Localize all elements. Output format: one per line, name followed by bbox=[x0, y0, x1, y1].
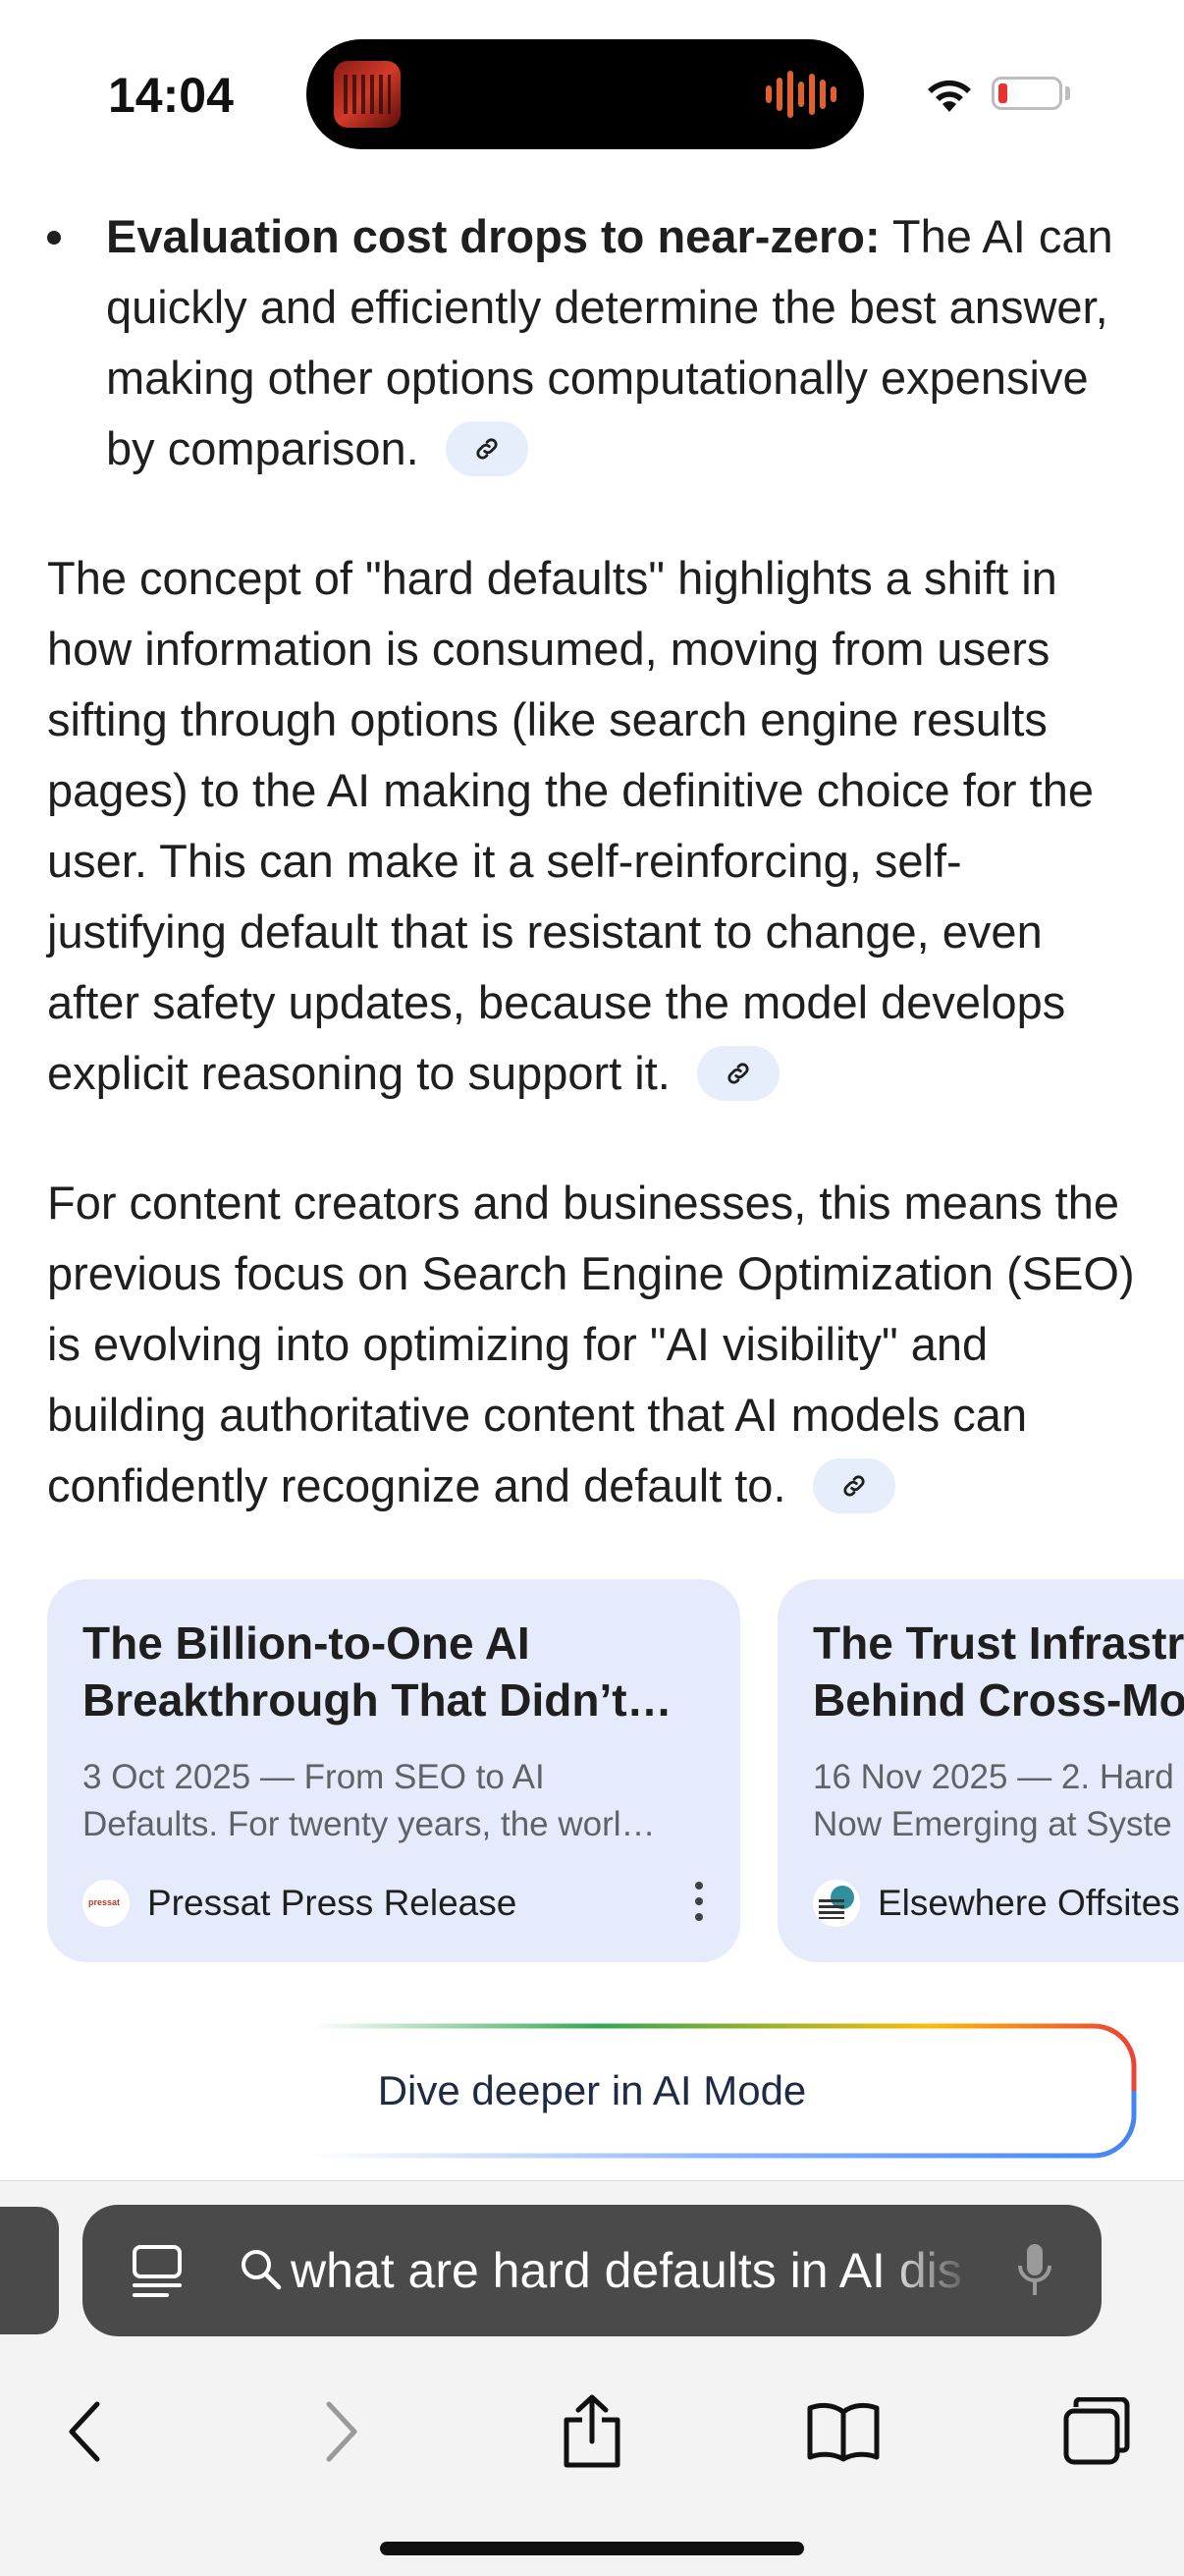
card-snippet-line: 3 Oct 2025 — From SEO to AI bbox=[82, 1758, 545, 1796]
battery-icon bbox=[992, 77, 1062, 110]
card-title-line: The Trust Infrastr bbox=[813, 1617, 1184, 1669]
dive-deeper-label: Dive deeper in AI Mode bbox=[377, 2067, 807, 2113]
back-button[interactable] bbox=[41, 2387, 130, 2476]
paragraph-text: For content creators and businesses, thi… bbox=[47, 1177, 1135, 1511]
home-indicator[interactable] bbox=[380, 2542, 804, 2555]
microphone-icon[interactable] bbox=[1017, 2242, 1052, 2299]
favicon-text: pressat bbox=[88, 1897, 121, 1907]
bullet-heading: Evaluation cost drops to near-zero: bbox=[106, 210, 881, 262]
previous-tab-peek[interactable] bbox=[0, 2207, 59, 2334]
link-icon bbox=[843, 1475, 865, 1497]
status-time: 14:04 bbox=[108, 68, 234, 123]
chevron-left-icon bbox=[69, 2401, 100, 2462]
navigation-toolbar bbox=[0, 2378, 1184, 2486]
address-bar[interactable]: what are hard defaults in AI dis bbox=[82, 2205, 1102, 2336]
elsewhere-favicon bbox=[813, 1880, 860, 1927]
tabs-button[interactable] bbox=[1052, 2387, 1141, 2476]
source-card[interactable]: The Billion-to-One AI Breakthrough That … bbox=[47, 1579, 740, 1962]
pressat-favicon: pressat bbox=[82, 1880, 130, 1927]
status-bar: 14:04 bbox=[0, 0, 1184, 177]
card-title: The Billion-to-One AI Breakthrough That … bbox=[82, 1615, 705, 1728]
search-icon bbox=[242, 2250, 282, 2290]
audio-waveform-icon bbox=[766, 69, 836, 120]
address-text[interactable]: what are hard defaults in AI dis bbox=[291, 2242, 978, 2301]
bullet-dot bbox=[47, 231, 61, 245]
bookmarks-button[interactable] bbox=[799, 2387, 888, 2476]
citation-link-button[interactable] bbox=[445, 420, 528, 476]
tabs-icon bbox=[1063, 2397, 1130, 2465]
now-playing-artwork bbox=[334, 61, 401, 128]
source-name: Pressat Press Release bbox=[147, 1883, 517, 1923]
source-cards-carousel[interactable]: The Billion-to-One AI Breakthrough That … bbox=[47, 1579, 1184, 1964]
card-snippet-line: Now Emerging at Syste bbox=[813, 1805, 1172, 1843]
citation-link-button[interactable] bbox=[812, 1457, 895, 1513]
card-title-line: Breakthrough That Didn’t… bbox=[82, 1674, 673, 1726]
more-options-icon[interactable] bbox=[693, 1882, 705, 1925]
battery-tip bbox=[1065, 86, 1070, 100]
card-title-line: Behind Cross-Mo bbox=[813, 1674, 1184, 1726]
card-snippet-line: Defaults. For twenty years, the worl… bbox=[82, 1805, 656, 1843]
link-icon bbox=[476, 438, 498, 460]
link-icon bbox=[727, 1063, 749, 1084]
dive-deeper-ai-mode-button[interactable]: Dive deeper in AI Mode bbox=[47, 2023, 1137, 2159]
card-snippet-line: 16 Nov 2025 — 2. Hard bbox=[813, 1758, 1174, 1796]
card-source: Elsewhere Offsites bbox=[813, 1880, 1180, 1927]
wifi-icon bbox=[928, 80, 971, 112]
citation-link-button[interactable] bbox=[696, 1045, 780, 1101]
browser-toolbar-area: what are hard defaults in AI dis bbox=[0, 2180, 1184, 2576]
dynamic-island[interactable] bbox=[306, 39, 864, 149]
book-icon bbox=[807, 2402, 880, 2462]
source-name: Elsewhere Offsites bbox=[878, 1883, 1180, 1923]
card-title: The Trust Infrastr Behind Cross-Mo bbox=[813, 1615, 1184, 1728]
forward-button[interactable] bbox=[296, 2387, 385, 2476]
card-snippet: 3 Oct 2025 — From SEO to AI Defaults. Fo… bbox=[82, 1754, 705, 1848]
source-card[interactable]: The Trust Infrastr Behind Cross-Mo 16 No… bbox=[778, 1579, 1184, 1962]
reader-icon[interactable] bbox=[132, 2244, 183, 2299]
chevron-right-icon bbox=[326, 2401, 357, 2462]
bullet-item: Evaluation cost drops to near-zero: The … bbox=[47, 201, 1137, 484]
ai-overview-content: Evaluation cost drops to near-zero: The … bbox=[47, 201, 1137, 1580]
paragraph: For content creators and businesses, thi… bbox=[47, 1168, 1137, 1521]
share-icon bbox=[564, 2394, 620, 2468]
card-snippet: 16 Nov 2025 — 2. Hard Now Emerging at Sy… bbox=[813, 1754, 1184, 1848]
card-title-line: The Billion-to-One AI bbox=[82, 1617, 530, 1669]
share-button[interactable] bbox=[548, 2387, 636, 2476]
card-source: pressat Pressat Press Release bbox=[82, 1880, 516, 1927]
paragraph: The concept of "hard defaults" highlight… bbox=[47, 543, 1137, 1109]
paragraph-text: The concept of "hard defaults" highlight… bbox=[47, 552, 1094, 1099]
